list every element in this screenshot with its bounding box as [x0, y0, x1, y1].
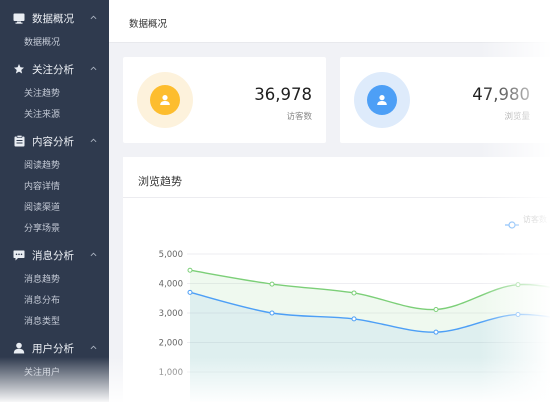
- sidebar-group-header[interactable]: 关注分析: [0, 54, 109, 84]
- trend-panel: 浏览趋势 访客数 5,000 4,000 3,000 2,000 1,000: [123, 157, 550, 402]
- data-point: [433, 306, 439, 312]
- y-tick-label: 1,000: [159, 368, 183, 378]
- chevron-up-icon: [90, 252, 97, 257]
- user-icon: [12, 341, 26, 355]
- y-tick-label: 3,000: [159, 309, 183, 319]
- data-point: [433, 329, 439, 335]
- stat-icon-ring: [137, 72, 193, 128]
- sidebar-group-title: 关注分析: [32, 63, 74, 76]
- stat-icon-ring: [354, 72, 410, 128]
- sidebar-item-share-scene[interactable]: 分享场景: [0, 219, 109, 240]
- sidebar-item-content-detail[interactable]: 内容详情: [0, 177, 109, 198]
- sidebar-group-follow: 关注分析 关注趋势 关注来源: [0, 54, 109, 126]
- monitor-icon: [12, 11, 26, 25]
- data-point: [515, 282, 521, 288]
- sidebar-group-title: 内容分析: [32, 135, 74, 148]
- stat-value: 47,980: [472, 85, 530, 104]
- data-point: [515, 311, 521, 317]
- data-point: [269, 281, 275, 287]
- y-tick-label: 2,000: [159, 339, 183, 349]
- trend-chart: 5,000 4,000 3,000 2,000 1,000: [159, 250, 550, 402]
- sidebar-group-header[interactable]: 数据概况: [0, 3, 109, 33]
- sidebar-group-overview: 数据概况 数据概况: [0, 3, 109, 54]
- user-icon: [150, 85, 180, 115]
- chevron-up-icon: [90, 138, 97, 143]
- sidebar-group-header[interactable]: 内容分析: [0, 126, 109, 156]
- sidebar-item-message-trend[interactable]: 消息趋势: [0, 270, 109, 291]
- star-icon: [12, 62, 26, 76]
- sidebar-item-follow-trend[interactable]: 关注趋势: [0, 84, 109, 105]
- data-point: [269, 310, 275, 316]
- sidebar-item-follow-source[interactable]: 关注来源: [0, 105, 109, 126]
- y-tick-label: 4,000: [159, 280, 183, 290]
- sidebar-item-message-type[interactable]: 消息类型: [0, 312, 109, 333]
- sidebar-group-content: 内容分析 阅读趋势 内容详情 阅读渠道 分享场景: [0, 126, 109, 240]
- data-point: [187, 267, 193, 273]
- sidebar-group-title: 用户分析: [32, 342, 74, 355]
- y-tick-label: 5,000: [159, 250, 183, 260]
- sidebar-item-follow-users[interactable]: 关注用户: [0, 363, 109, 384]
- stat-card-pageviews: 47,980 浏览量: [340, 57, 550, 143]
- stat-label: 浏览量: [504, 112, 530, 122]
- data-point: [187, 289, 193, 295]
- stat-label: 访客数: [286, 112, 312, 122]
- stat-value: 36,978: [254, 85, 312, 104]
- sidebar-group-header[interactable]: 消息分析: [0, 240, 109, 270]
- sidebar-item-read-trend[interactable]: 阅读趋势: [0, 156, 109, 177]
- sidebar-group-header[interactable]: 用户分析: [0, 333, 109, 363]
- chevron-up-icon: [90, 66, 97, 71]
- sidebar-item-read-channel[interactable]: 阅读渠道: [0, 198, 109, 219]
- sidebar-item-message-distribution[interactable]: 消息分布: [0, 291, 109, 312]
- top-header: 数据概况: [109, 0, 550, 43]
- clipboard-icon: [12, 134, 26, 148]
- user-icon: [367, 85, 397, 115]
- page-title: 数据概况: [129, 19, 168, 30]
- sidebar: 数据概况 数据概况 关注分析 关注趋势 关注来源 内容分析 阅读趋势 内容详情 …: [0, 0, 109, 402]
- data-point: [351, 316, 357, 322]
- sidebar-group-user: 用户分析 关注用户: [0, 333, 109, 384]
- chevron-up-icon: [90, 345, 97, 350]
- sidebar-item-data-overview[interactable]: 数据概况: [0, 33, 109, 54]
- stat-card-visitors: 36,978 访客数: [123, 57, 326, 143]
- sidebar-group-title: 数据概况: [32, 12, 74, 25]
- data-point: [351, 290, 357, 296]
- chat-icon: [12, 248, 26, 262]
- sidebar-group-title: 消息分析: [32, 249, 74, 262]
- chevron-up-icon: [90, 15, 97, 20]
- sidebar-group-message: 消息分析 消息趋势 消息分布 消息类型: [0, 240, 109, 333]
